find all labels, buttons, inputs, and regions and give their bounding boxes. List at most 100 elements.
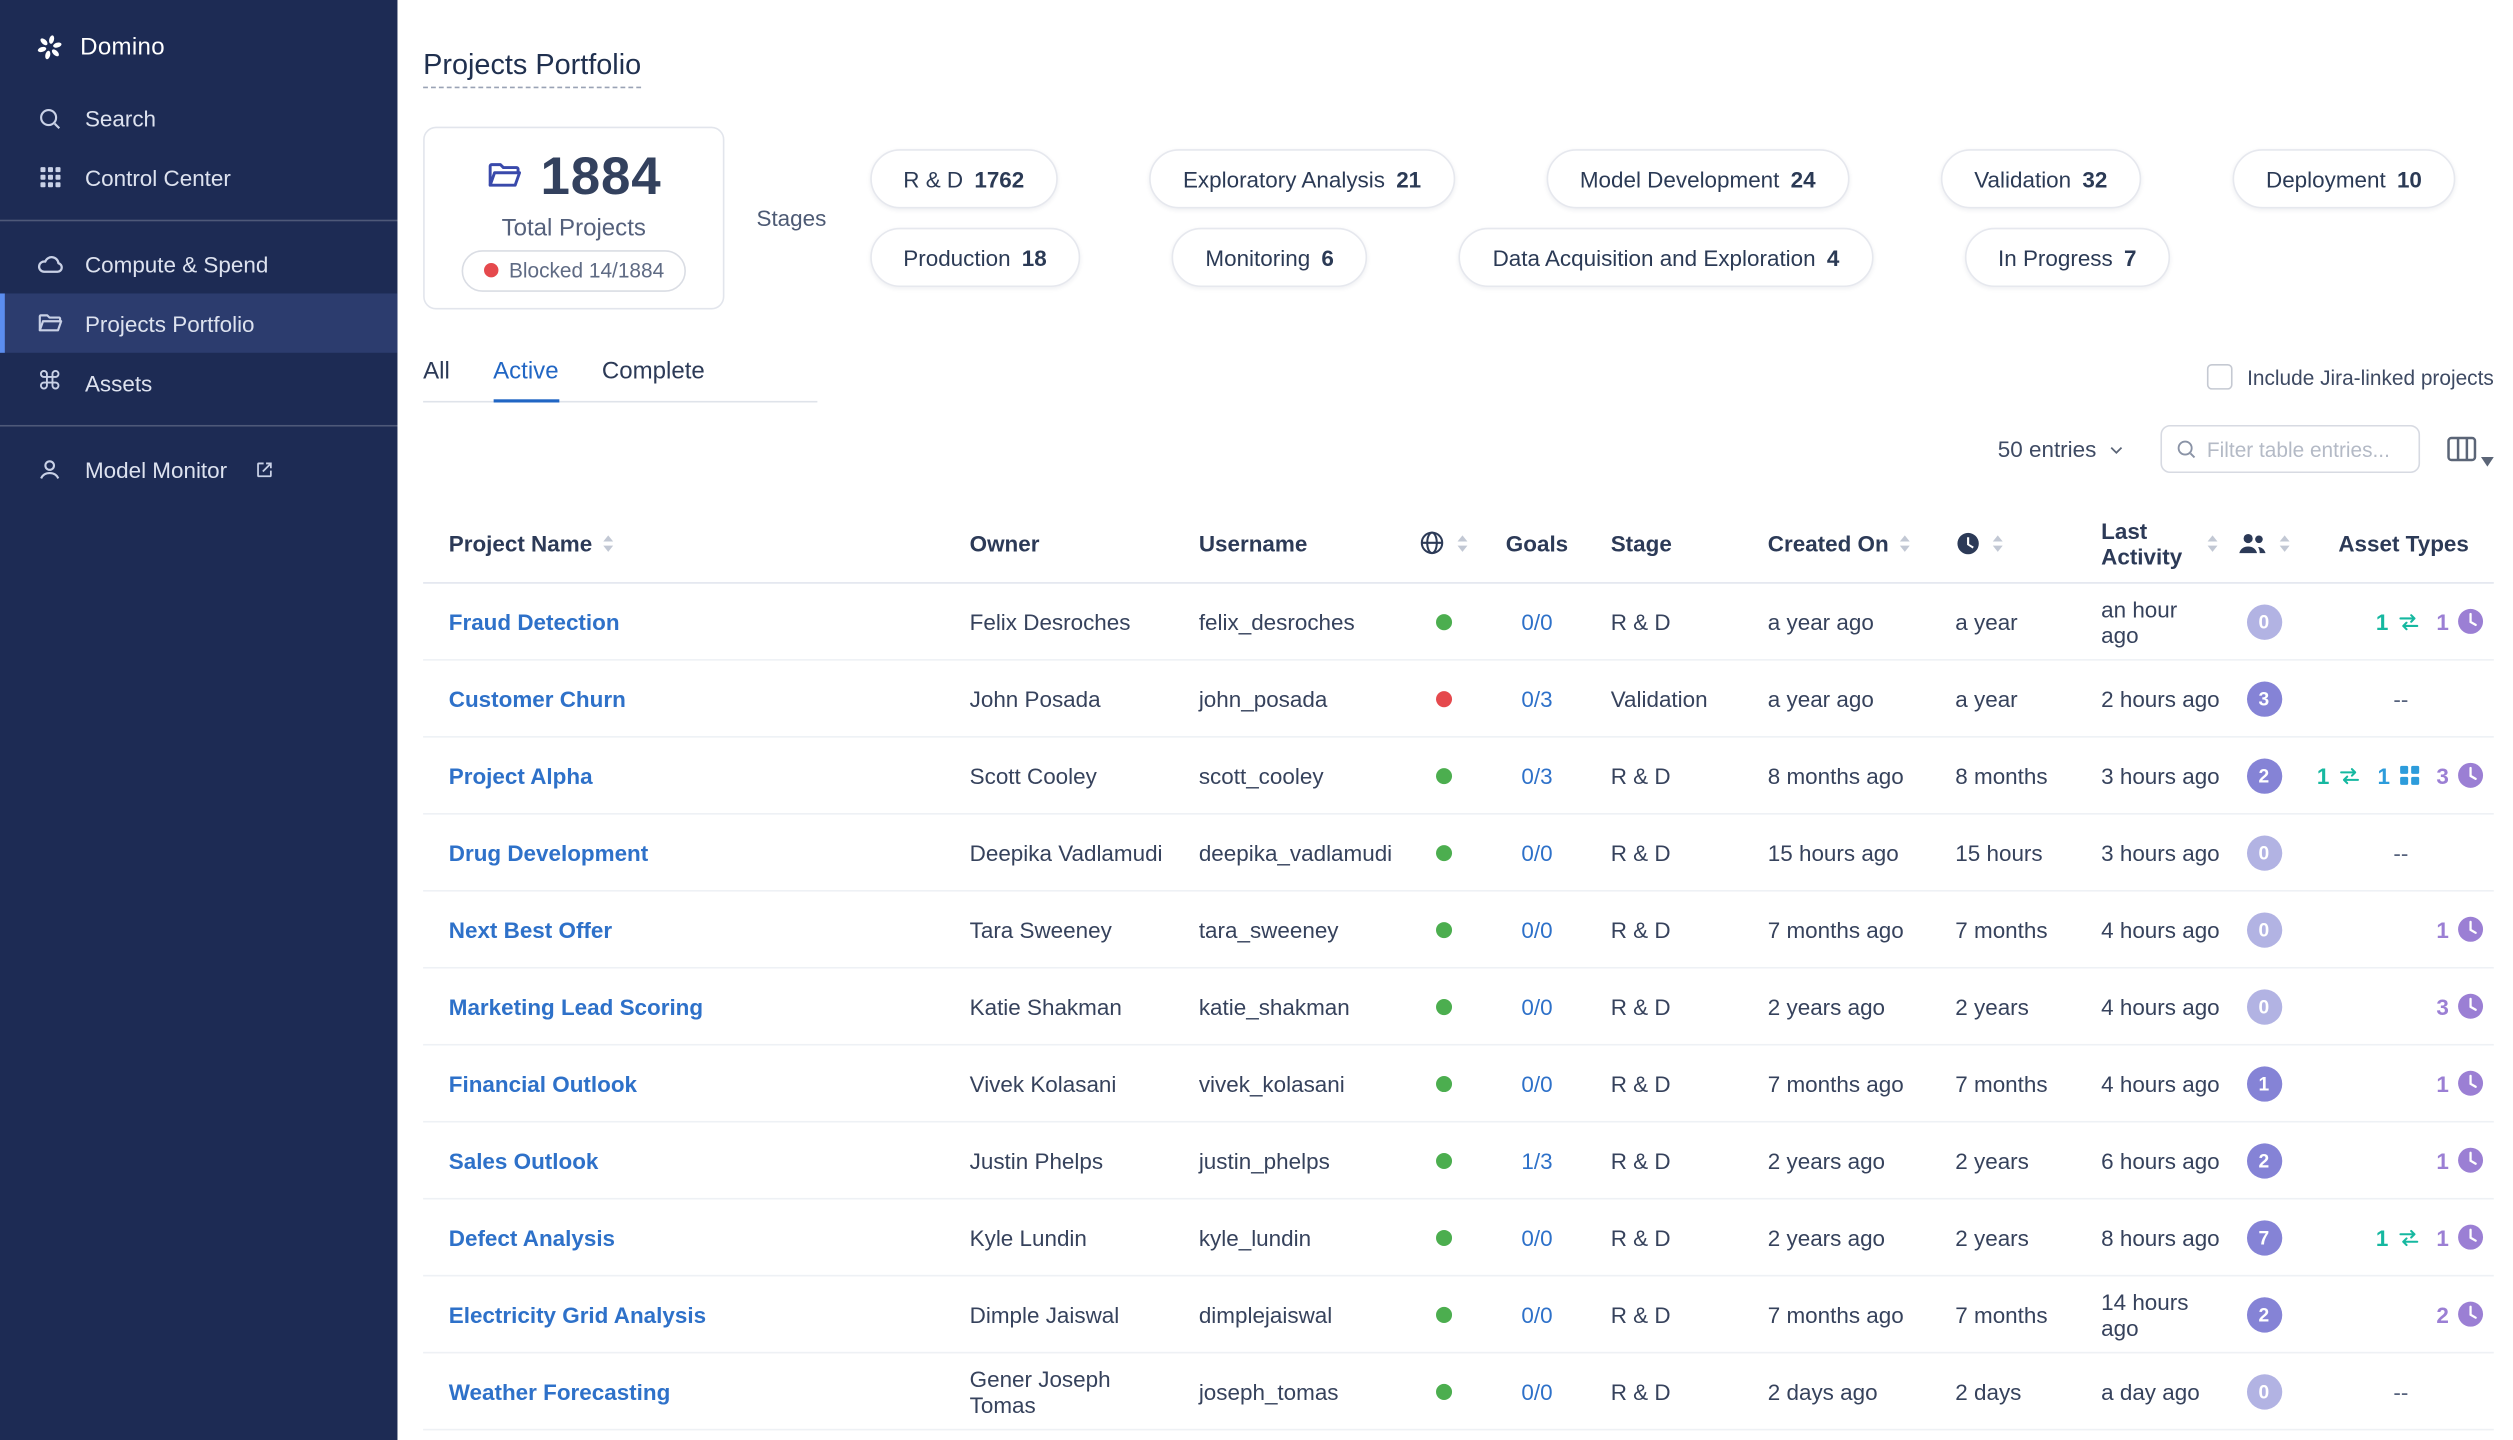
sidebar-item-search[interactable]: Search xyxy=(0,88,397,147)
sort-arrows-icon[interactable] xyxy=(1991,533,2005,552)
column-header-visibility[interactable] xyxy=(1398,504,1491,583)
collaborators-badge: 2 xyxy=(2246,758,2281,793)
stage-pill-model-development[interactable]: Model Development24 xyxy=(1546,149,1849,208)
asset-types-cell: 1 xyxy=(2308,1123,2494,1198)
sidebar-nav: SearchControl Center Compute & Spend Proje… xyxy=(0,88,397,499)
sidebar-item-assets[interactable]: ⌘Assets xyxy=(0,353,397,412)
table-row: Drug DevelopmentDeepika Vadlamudideepika… xyxy=(423,815,2494,892)
status-dot xyxy=(1436,1306,1452,1322)
column-label: Created On xyxy=(1768,530,1889,556)
entries-dropdown[interactable]: 50 entries xyxy=(1998,436,2125,462)
sort-arrows-icon[interactable] xyxy=(2205,533,2219,552)
project-name-link[interactable]: Next Best Offer xyxy=(449,916,612,942)
blocked-badge[interactable]: Blocked 14/1884 xyxy=(461,249,687,291)
asset-types-cell: 11 xyxy=(2308,1199,2494,1274)
stage-count: 24 xyxy=(1791,166,1816,192)
page-title: Projects Portfolio xyxy=(423,48,641,88)
status-dot xyxy=(1436,998,1452,1014)
sort-arrows-icon[interactable] xyxy=(602,533,616,552)
created-on-cell: 2 years ago xyxy=(1739,1199,1931,1274)
stage-pill-data-acquisition-and-exploration[interactable]: Data Acquisition and Exploration4 xyxy=(1459,228,1873,287)
column-header-created[interactable]: Created On xyxy=(1739,504,1931,583)
goals-link[interactable]: 0/0 xyxy=(1521,839,1552,865)
external-link-icon xyxy=(254,459,273,478)
stage-pill-monitoring[interactable]: Monitoring6 xyxy=(1172,228,1368,287)
stage-pill-validation[interactable]: Validation32 xyxy=(1941,149,2141,208)
duration-cell: 7 months xyxy=(1931,892,2059,967)
goals-link[interactable]: 0/0 xyxy=(1521,993,1552,1019)
column-header-name[interactable]: Project Name xyxy=(423,504,944,583)
duration-cell: 7 months xyxy=(1931,1276,2059,1351)
goals-link[interactable]: 0/0 xyxy=(1521,916,1552,942)
created-on-cell: 2 years ago xyxy=(1739,1123,1931,1198)
table-row: Weather ForecastingGener Joseph Tomasjos… xyxy=(423,1353,2494,1430)
person-icon xyxy=(35,456,64,482)
goals-link[interactable]: 0/3 xyxy=(1521,686,1552,712)
project-name-link[interactable]: Sales Outlook xyxy=(449,1147,599,1173)
sidebar-divider xyxy=(0,220,397,222)
sort-arrows-icon[interactable] xyxy=(2277,533,2291,552)
project-name-link[interactable]: Project Alpha xyxy=(449,763,593,789)
stage-name: Deployment xyxy=(2266,166,2386,192)
project-name-link[interactable]: Weather Forecasting xyxy=(449,1378,671,1404)
sync-asset-icon xyxy=(2396,1226,2422,1248)
asset-count: 1 xyxy=(2436,1147,2448,1173)
jira-checkbox[interactable] xyxy=(2207,364,2233,390)
stage-pill-deployment[interactable]: Deployment10 xyxy=(2232,149,2455,208)
goals-link[interactable]: 0/0 xyxy=(1521,609,1552,635)
tab-all[interactable]: All xyxy=(423,348,450,401)
project-name-link[interactable]: Marketing Lead Scoring xyxy=(449,993,703,1019)
stage-pill-exploratory-analysis[interactable]: Exploratory Analysis21 xyxy=(1149,149,1455,208)
goals-link[interactable]: 1/3 xyxy=(1521,1147,1552,1173)
stage-pill-production[interactable]: Production18 xyxy=(870,228,1081,287)
table-row: Electricity Grid AnalysisDimple Jaiswald… xyxy=(423,1276,2494,1353)
column-header-collaborators[interactable] xyxy=(2220,504,2308,583)
stage-cell: R & D xyxy=(1583,815,1738,890)
brand[interactable]: Domino xyxy=(0,16,397,88)
stage-name: R & D xyxy=(903,166,963,192)
sidebar-item-model-monitor[interactable]: Model Monitor xyxy=(0,439,397,498)
column-header-activity[interactable]: Last Activity xyxy=(2059,504,2219,583)
asset-types-cell: 2 xyxy=(2308,1276,2494,1351)
asset-count: 2 xyxy=(2436,1301,2448,1327)
asset-count: 3 xyxy=(2436,763,2448,789)
username-cell: tara_sweeney xyxy=(1173,892,1397,967)
stage-pill-r-d[interactable]: R & D1762 xyxy=(870,149,1058,208)
owner-cell: Felix Desroches xyxy=(944,584,1173,659)
sidebar-item-label: Compute & Spend xyxy=(85,251,268,277)
tab-complete[interactable]: Complete xyxy=(602,348,705,401)
last-activity-cell: 14 hours ago xyxy=(2059,1276,2219,1351)
last-activity-cell: 4 hours ago xyxy=(2059,892,2219,967)
sort-arrows-icon[interactable] xyxy=(1898,533,1912,552)
project-name-link[interactable]: Electricity Grid Analysis xyxy=(449,1301,706,1327)
column-settings-button[interactable] xyxy=(2444,431,2494,466)
stage-name: Data Acquisition and Exploration xyxy=(1493,245,1816,271)
project-name-link[interactable]: Drug Development xyxy=(449,839,648,865)
goals-link[interactable]: 0/0 xyxy=(1521,1301,1552,1327)
goals-link[interactable]: 0/3 xyxy=(1521,763,1552,789)
tab-active[interactable]: Active xyxy=(493,348,558,403)
duration-cell: a year xyxy=(1931,661,2059,736)
goals-link[interactable]: 0/0 xyxy=(1521,1224,1552,1250)
asset-count: 1 xyxy=(2436,609,2448,635)
stage-cell: Validation xyxy=(1583,661,1738,736)
project-name-link[interactable]: Defect Analysis xyxy=(449,1224,615,1250)
project-name-link[interactable]: Financial Outlook xyxy=(449,1070,637,1096)
asset-count: 1 xyxy=(2436,1224,2448,1250)
collaborators-badge: 1 xyxy=(2246,1066,2281,1101)
goals-link[interactable]: 0/0 xyxy=(1521,1070,1552,1096)
stage-pill-in-progress[interactable]: In Progress7 xyxy=(1964,228,2170,287)
last-activity-cell: 3 hours ago xyxy=(2059,815,2219,890)
sidebar-item-projects-portfolio[interactable]: Projects Portfolio xyxy=(0,293,397,352)
filter-table-input[interactable] xyxy=(2207,437,2406,461)
sort-arrows-icon[interactable] xyxy=(1455,533,1469,552)
project-name-link[interactable]: Customer Churn xyxy=(449,686,626,712)
asset-types-cell: -- xyxy=(2308,815,2494,890)
project-name-link[interactable]: Fraud Detection xyxy=(449,609,620,635)
sidebar-item-compute-spend[interactable]: Compute & Spend xyxy=(0,234,397,293)
sidebar-item-control-center[interactable]: Control Center xyxy=(0,148,397,207)
sidebar-item-label: Assets xyxy=(85,370,152,396)
goals-link[interactable]: 0/0 xyxy=(1521,1378,1552,1404)
column-header-duration[interactable] xyxy=(1931,504,2059,583)
clock-asset-icon xyxy=(2457,1070,2484,1097)
